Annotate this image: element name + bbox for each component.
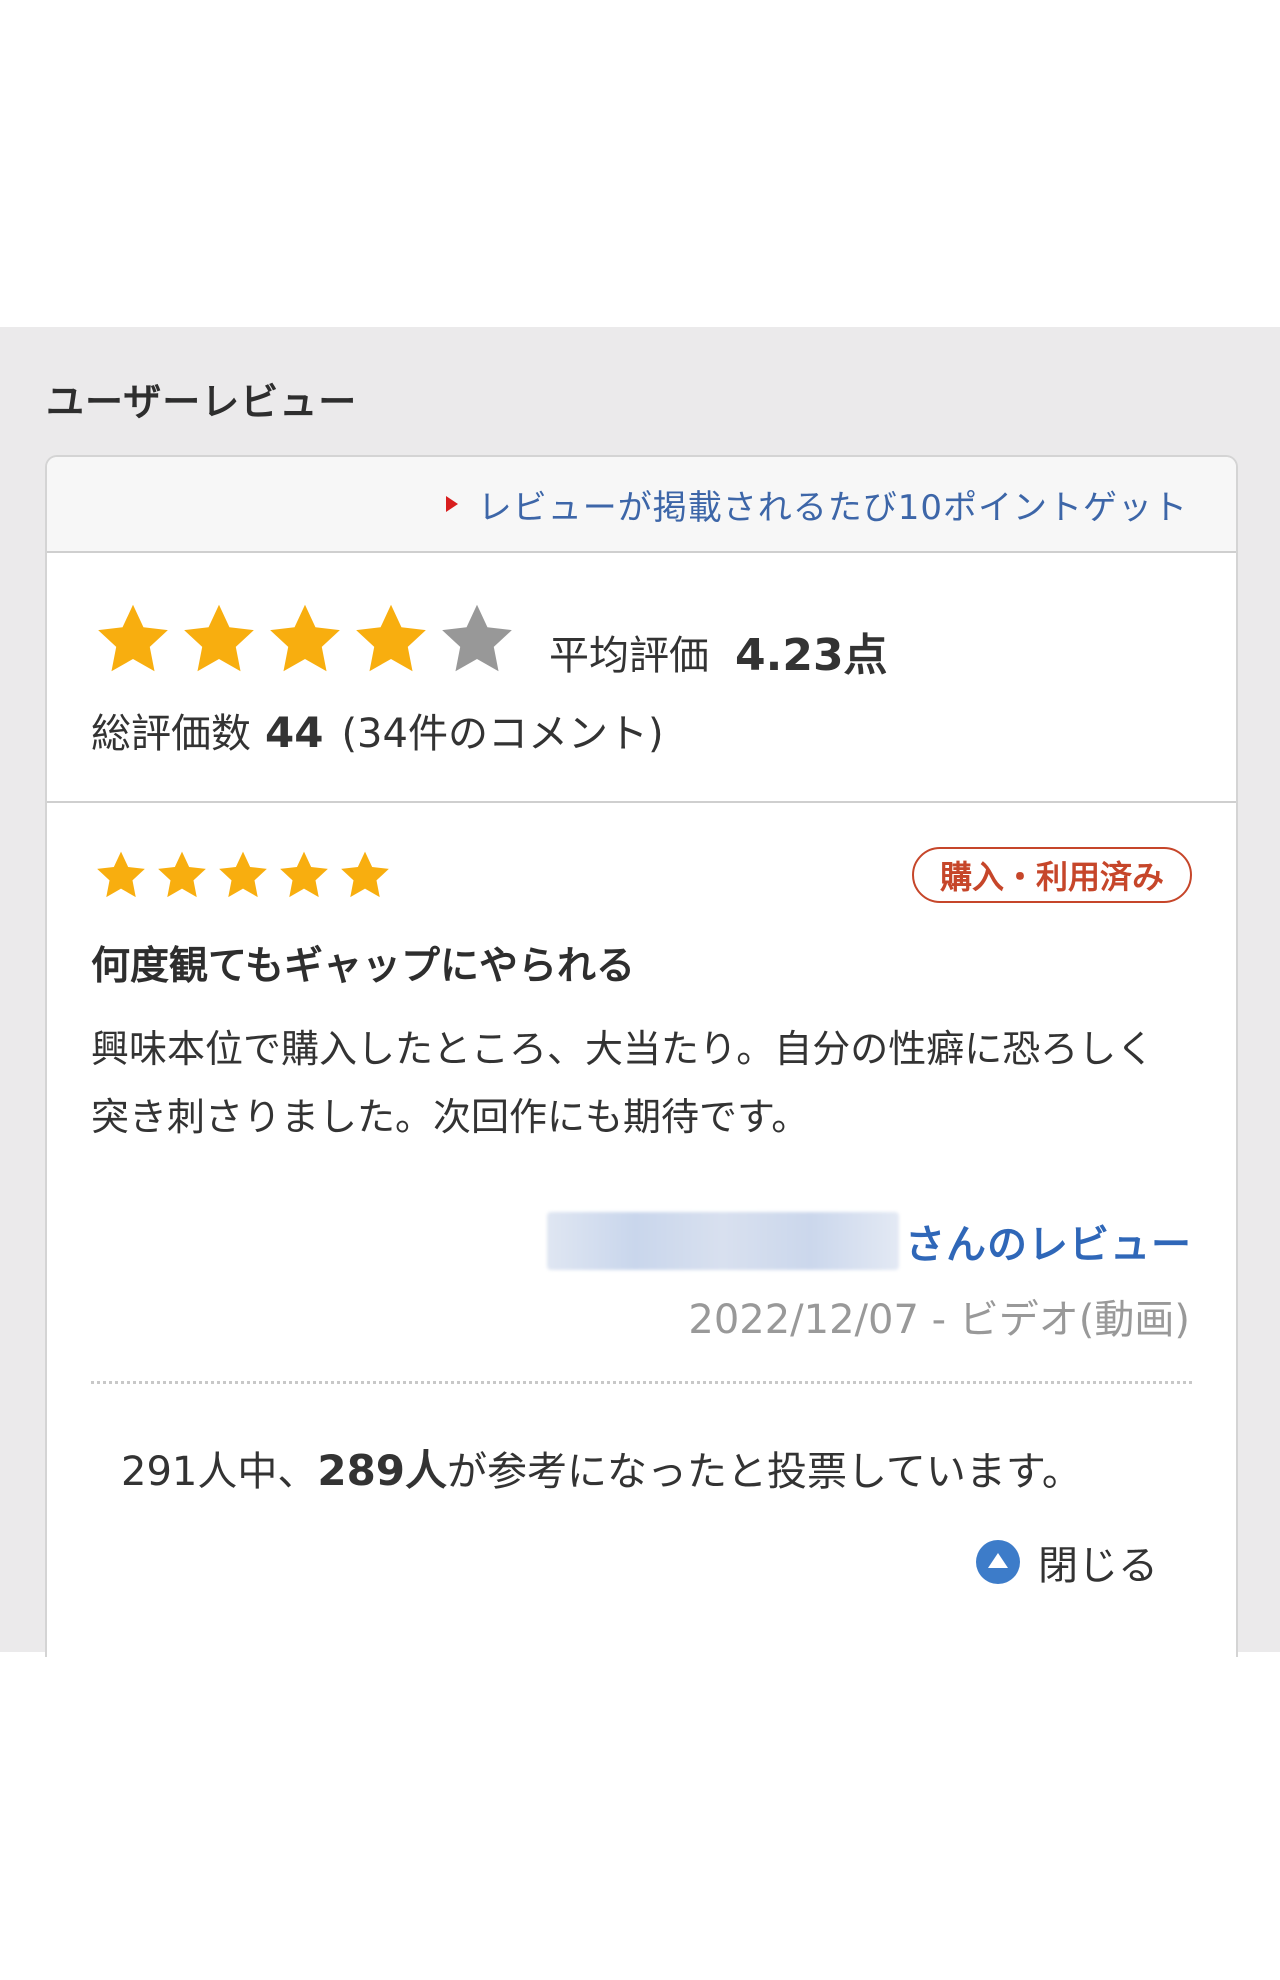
- points-notice-text: レビューが掲載されるたび10ポイントゲット: [477, 487, 1188, 528]
- dotted-divider: [91, 1381, 1192, 1384]
- review-rating-stars: [95, 849, 391, 901]
- star-filled-icon: [97, 851, 145, 898]
- page: ユーザーレビュー レビューが掲載されるたび10ポイントゲット 平均評価 4.23…: [0, 0, 1280, 1980]
- star-empty-icon: [442, 604, 512, 672]
- review-card: レビューが掲載されるたび10ポイントゲット 平均評価 4.23点 総評価数 44…: [45, 455, 1238, 1657]
- close-button[interactable]: 閉じる: [976, 1533, 1158, 1591]
- star-filled-icon: [280, 851, 328, 898]
- total-ratings-row: 総評価数 44 (34件のコメント): [91, 701, 664, 759]
- review-body: 興味本位で購入したところ、大当たり。自分の性癖に恐ろしく突き刺さりました。次回作…: [91, 1027, 1155, 1139]
- helpful-votes: 291人中、289人が参考になったと投票しています。: [121, 1437, 1082, 1498]
- star-filled-icon: [341, 851, 389, 898]
- comment-count: (34件のコメント): [341, 711, 664, 757]
- star-filled-icon: [219, 851, 267, 898]
- purchased-badge: 購入・利用済み: [911, 847, 1192, 903]
- close-label: 閉じる: [1038, 1543, 1158, 1589]
- star-filled-icon: [184, 604, 254, 672]
- star-filled-icon: [270, 604, 340, 672]
- helpful-total: 291人中、: [121, 1449, 318, 1495]
- star-filled-icon: [158, 851, 206, 898]
- user-review-section: ユーザーレビュー レビューが掲載されるたび10ポイントゲット 平均評価 4.23…: [0, 327, 1280, 1657]
- helpful-count: 289人: [317, 1446, 448, 1495]
- collapse-up-icon: [976, 1540, 1020, 1584]
- points-notice-link[interactable]: レビューが掲載されるたび10ポイントゲット: [445, 457, 1188, 551]
- total-ratings-count: 44: [265, 708, 324, 757]
- review-item: 購入・利用済み 何度観てもギャップにやられる 興味本位で購入したところ、大当たり…: [47, 803, 1236, 1657]
- points-notice-bar: レビューが掲載されるたび10ポイントゲット: [47, 457, 1236, 553]
- average-rating-stars: [95, 601, 515, 677]
- average-rating-value: 4.23点: [735, 630, 888, 681]
- review-date-category: 2022/12/07 - ビデオ(動画): [688, 1297, 1190, 1343]
- average-rating-label: 平均評価: [549, 633, 709, 679]
- section-title: ユーザーレビュー: [46, 380, 358, 424]
- reviewer-name-blurred: [547, 1212, 899, 1270]
- review-title: 何度観てもギャップにやられる: [91, 944, 636, 989]
- star-filled-icon: [356, 604, 426, 672]
- star-filled-icon: [98, 604, 168, 672]
- reviewer-row: さんのレビュー: [547, 1211, 1192, 1271]
- rating-summary: 平均評価 4.23点 総評価数 44 (34件のコメント): [47, 553, 1236, 803]
- helpful-suffix: が参考になったと投票しています。: [447, 1449, 1082, 1495]
- total-ratings-label: 総評価数: [91, 711, 251, 757]
- reviewer-link[interactable]: さんのレビュー: [905, 1212, 1192, 1270]
- arrow-right-icon: [445, 496, 458, 512]
